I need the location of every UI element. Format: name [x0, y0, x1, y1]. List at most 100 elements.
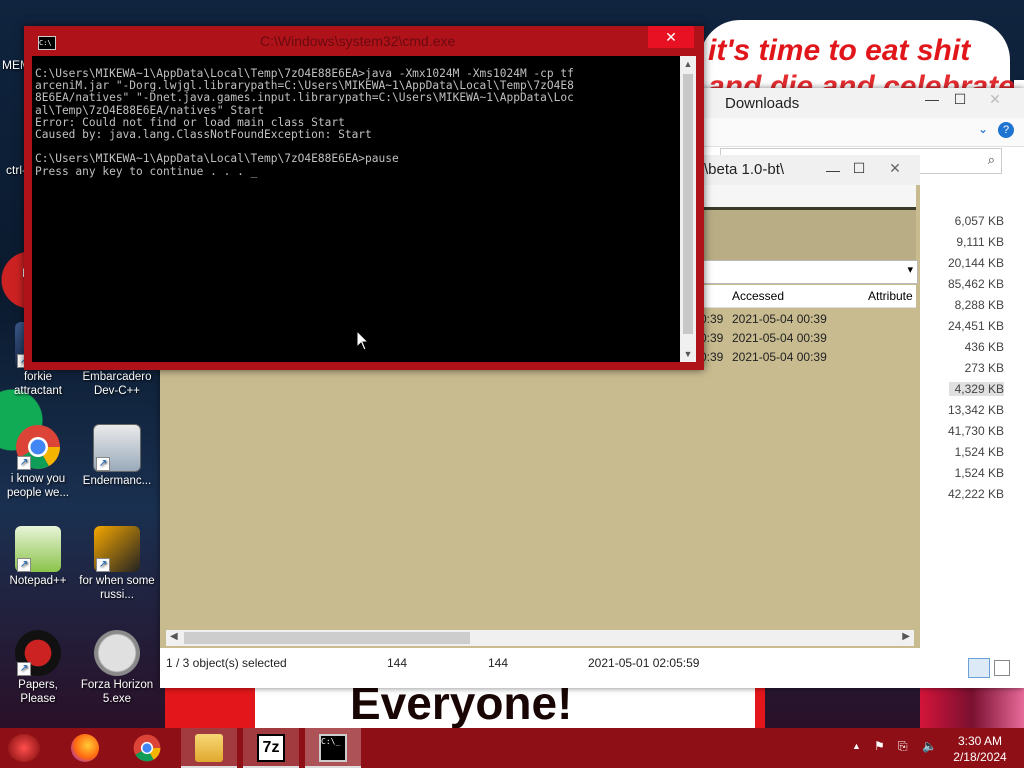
shortcut-arrow-icon: ↗	[17, 558, 31, 572]
file-size: 9,111 KB	[956, 235, 1004, 249]
clock-date: 2/18/2024	[953, 750, 1007, 764]
7zip-icon: 7z	[257, 734, 285, 762]
file-explorer-icon	[195, 734, 223, 762]
console-title: C:\Windows\system32\cmd.exe	[260, 33, 456, 49]
file-size: 13,342 KB	[947, 403, 1004, 417]
network-icon[interactable]: ⎘	[898, 739, 908, 754]
firefox-icon	[71, 734, 99, 762]
desktop-icon-russia[interactable]: ↗ for when some russi...	[79, 526, 155, 602]
show-hidden-icons-icon[interactable]: ▲	[852, 741, 861, 751]
desktop-icon-endermanch[interactable]: ↗ Endermanc...	[79, 424, 155, 488]
file-size: 20,144 KB	[947, 256, 1004, 270]
archive-toolbar	[700, 185, 916, 207]
table-row[interactable]: 0:39 2021-05-04 00:39	[700, 328, 916, 347]
start-button-icon[interactable]	[8, 734, 40, 762]
desktop-icon-notepadpp[interactable]: ↗ Notepad++	[0, 526, 76, 588]
banner-line-1: it's time to eat shit	[708, 34, 971, 67]
taskbar-firefox[interactable]	[57, 728, 113, 768]
desktop-icon-label: forkie attractant	[14, 371, 62, 397]
action-center-flag-icon[interactable]: ⚑	[874, 739, 885, 753]
file-size: 8,288 KB	[954, 298, 1004, 312]
volume-muted-icon[interactable]: 🔈	[922, 739, 937, 753]
row-accessed: 2021-05-04 00:39	[732, 312, 827, 326]
window-icon: ↗	[93, 424, 141, 472]
help-icon[interactable]: ?	[998, 122, 1014, 138]
desktop-icon-label: Embarcadero Dev-C++	[82, 371, 152, 397]
table-row[interactable]: 0:39 2021-05-04 00:39	[700, 347, 916, 366]
desktop-icon-label: i know you people we...	[6, 473, 69, 499]
archive-path-dropdown[interactable]: ▾	[700, 260, 918, 284]
status-size: 144	[387, 656, 408, 670]
status-selected: 1 / 3 object(s) selected	[166, 656, 287, 670]
scrollbar-thumb[interactable]	[683, 74, 693, 334]
search-icon: ⌕	[987, 152, 995, 167]
shortcut-arrow-icon: ↗	[96, 558, 110, 572]
archive-window[interactable]: \beta 1.0-bt\ — ☐ ✕ ▾ Accessed Attribute…	[700, 155, 920, 655]
desktop-icon-chrome[interactable]: ↗ i know you people we...	[0, 424, 76, 500]
shortcut-arrow-icon: ↗	[17, 662, 31, 676]
desktop-icon-label: Forza Horizon 5.exe	[80, 679, 154, 705]
de-app-icon: ↗	[94, 526, 140, 572]
taskbar-cmd[interactable]: C:\_	[305, 728, 361, 768]
scroll-up-icon[interactable]: ▲	[680, 56, 696, 72]
desktop-icon-papers-please[interactable]: ↗ Papers, Please	[0, 630, 76, 706]
scrollbar-thumb[interactable]	[184, 632, 470, 644]
file-size: 436 KB	[964, 340, 1004, 354]
close-button[interactable]: ✕	[648, 26, 694, 48]
column-header-attributes[interactable]: Attribute	[868, 289, 913, 303]
archive-column-headers: Accessed Attribute	[700, 285, 916, 308]
file-size: 273 KB	[964, 361, 1004, 375]
file-size: 1,524 KB	[954, 445, 1004, 459]
status-bar: 1 / 3 object(s) selected 144 144 2021-05…	[160, 652, 920, 674]
close-button[interactable]: ✕	[880, 157, 910, 179]
papers-please-icon: ↗	[15, 630, 61, 676]
status-packed-size: 144	[488, 656, 509, 670]
close-button[interactable]: ✕	[980, 88, 1010, 110]
archive-path: \beta 1.0-bt\	[704, 161, 785, 178]
desktop-icon-label: Endermanc...	[82, 475, 152, 487]
desktop-icon-label: Papers, Please	[18, 679, 58, 705]
maximize-button[interactable]: ☐	[844, 157, 874, 179]
column-header-accessed[interactable]: Accessed	[732, 289, 784, 303]
archive-titlebar[interactable]: \beta 1.0-bt\ — ☐ ✕	[700, 155, 920, 185]
status-modified: 2021-05-01 02:05:59	[588, 656, 700, 670]
chrome-icon	[133, 734, 161, 762]
large-icons-view-icon[interactable]	[994, 660, 1010, 676]
taskbar: 7z C:\_ ▲ ⚑ ⎘ 🔈	[0, 728, 1024, 768]
details-view-icon[interactable]	[968, 658, 990, 678]
maximize-button[interactable]: ☐	[945, 88, 975, 110]
console-window[interactable]: C:\ C:\Windows\system32\cmd.exe ✕ C:\Use…	[24, 26, 704, 370]
chevron-down-icon: ▾	[907, 264, 913, 276]
minimize-button[interactable]: —	[917, 88, 947, 110]
mouse-cursor-icon	[356, 330, 370, 351]
scroll-down-icon[interactable]: ▼	[680, 346, 696, 362]
explorer-title: Downloads	[725, 95, 800, 112]
cmd-icon: C:\_	[319, 734, 347, 762]
chrome-icon: ↗	[15, 424, 61, 470]
table-row[interactable]: 0:39 2021-05-04 00:39	[700, 309, 916, 328]
shortcut-arrow-icon: ↗	[96, 457, 110, 471]
clock-time: 3:30 AM	[957, 734, 1003, 748]
desktop-icon-label: Notepad++	[9, 575, 67, 587]
console-titlebar[interactable]: C:\ C:\Windows\system32\cmd.exe ✕	[24, 26, 704, 56]
desktop-icon-label: for when some russi...	[79, 575, 155, 601]
file-size: 85,462 KB	[947, 277, 1004, 291]
console-output-area[interactable]: C:\Users\MIKEWA~1\AppData\Local\Temp\7zO…	[32, 56, 680, 362]
file-size: 6,057 KB	[954, 214, 1004, 228]
desktop-icon-forza[interactable]: Forza Horizon 5.exe	[79, 630, 155, 706]
flash-icon	[94, 630, 140, 676]
vertical-scrollbar[interactable]: ▲ ▼	[680, 56, 696, 362]
minimize-button[interactable]	[604, 26, 634, 48]
taskbar-chrome[interactable]	[119, 728, 175, 768]
notepadpp-icon: ↗	[15, 526, 61, 572]
file-size: 41,730 KB	[947, 424, 1004, 438]
taskbar-file-explorer[interactable]	[181, 728, 237, 768]
console-output: C:\Users\MIKEWA~1\AppData\Local\Temp\7zO…	[35, 67, 574, 178]
taskbar-clock[interactable]: 3:30 AM 2/18/2024	[948, 733, 1012, 765]
shortcut-arrow-icon: ↗	[17, 456, 31, 470]
scroll-left-icon[interactable]: ◀	[170, 631, 178, 642]
chevron-down-icon[interactable]: ⌄	[978, 122, 988, 136]
file-size: 42,222 KB	[947, 487, 1004, 501]
archive-toolbar-band	[700, 207, 916, 262]
taskbar-7zip[interactable]: 7z	[243, 728, 299, 768]
